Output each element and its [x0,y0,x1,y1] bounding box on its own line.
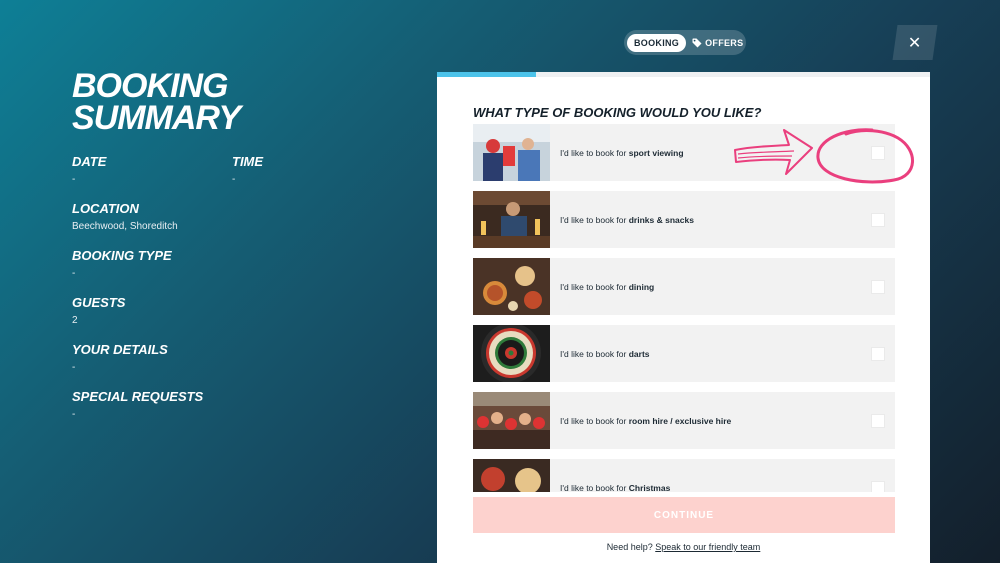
tag-icon [692,38,702,47]
checkbox-drinks-snacks[interactable] [871,212,885,227]
booking-tab[interactable]: BOOKING [627,33,687,52]
option-label: I'd like to book for Christmas [560,482,671,493]
your-details-field: YOUR DETAILS - [72,342,234,375]
booking-panel: WHAT TYPE OF BOOKING WOULD YOU LIKE? I'd… [437,72,930,563]
option-label: I'd like to book for drinks & snacks [560,214,694,225]
special-requests-value: - [72,409,76,420]
option-room-hire[interactable]: I'd like to book for room hire / exclusi… [473,392,895,449]
date-value: - [72,174,76,185]
speak-to-team-link[interactable]: Speak to our friendly team [655,542,760,552]
checkbox-christmas[interactable] [871,480,885,492]
booking-type-field: BOOKING TYPE - [72,248,234,281]
time-value: - [232,174,236,185]
checkbox-dining[interactable] [871,279,885,294]
progress-fill [437,72,536,77]
option-drinks-snacks[interactable]: I'd like to book for drinks & snacks [473,191,895,248]
option-darts[interactable]: I'd like to book for darts [473,325,895,382]
booking-summary: BOOKING SUMMARY DATE - TIME - LOCATION B… [72,67,392,436]
continue-button[interactable]: CONTINUE [473,497,895,533]
checkbox-darts[interactable] [871,346,885,361]
offers-label: OFFERS [705,37,744,48]
checkbox-room-hire[interactable] [871,413,885,428]
help-label: Need help? [606,542,653,552]
option-dining[interactable]: I'd like to book for dining [473,258,895,315]
help-text: Need help? Speak to our friendly team [437,542,930,552]
date-label: DATE [72,154,107,169]
offers-tab[interactable]: OFFERS [692,38,743,48]
special-requests-label: SPECIAL REQUESTS [72,389,204,404]
room-hire-image [473,392,550,449]
sport-viewing-image [473,124,550,181]
guests-field: GUESTS 2 [72,295,234,328]
booking-type-label: BOOKING TYPE [72,248,172,263]
option-sport-viewing[interactable]: I'd like to book for sport viewing [473,124,895,181]
close-icon: ✕ [908,34,922,52]
drinks-snacks-image [473,191,550,248]
booking-type-value: - [72,268,76,279]
option-christmas[interactable]: I'd like to book for Christmas [473,459,895,492]
option-label: I'd like to book for sport viewing [560,147,684,158]
location-label: LOCATION [72,201,139,216]
special-requests-field: SPECIAL REQUESTS - [72,389,234,422]
option-label: I'd like to book for darts [560,348,650,359]
progress-bar [437,72,930,77]
checkbox-sport-viewing[interactable] [871,145,885,160]
darts-image [473,325,550,382]
date-field: DATE - [72,154,232,187]
your-details-label: YOUR DETAILS [72,342,168,357]
time-field: TIME - [232,154,392,187]
christmas-image [473,459,550,492]
question-heading: WHAT TYPE OF BOOKING WOULD YOU LIKE? [473,105,762,120]
option-label: I'd like to book for room hire / exclusi… [560,415,732,426]
booking-offers-toggle: BOOKING OFFERS [624,30,746,55]
dining-image [473,258,550,315]
booking-type-options: I'd like to book for sport viewing I'd l… [473,124,895,492]
location-field: LOCATION Beechwood, Shoreditch [72,201,234,234]
time-label: TIME [232,154,264,169]
guests-value: 2 [72,315,78,326]
location-value: Beechwood, Shoreditch [72,221,178,232]
option-label: I'd like to book for dining [560,281,655,292]
guests-label: GUESTS [72,295,126,310]
your-details-value: - [72,362,76,373]
close-button[interactable]: ✕ [892,25,938,60]
summary-title: BOOKING SUMMARY [72,67,241,137]
